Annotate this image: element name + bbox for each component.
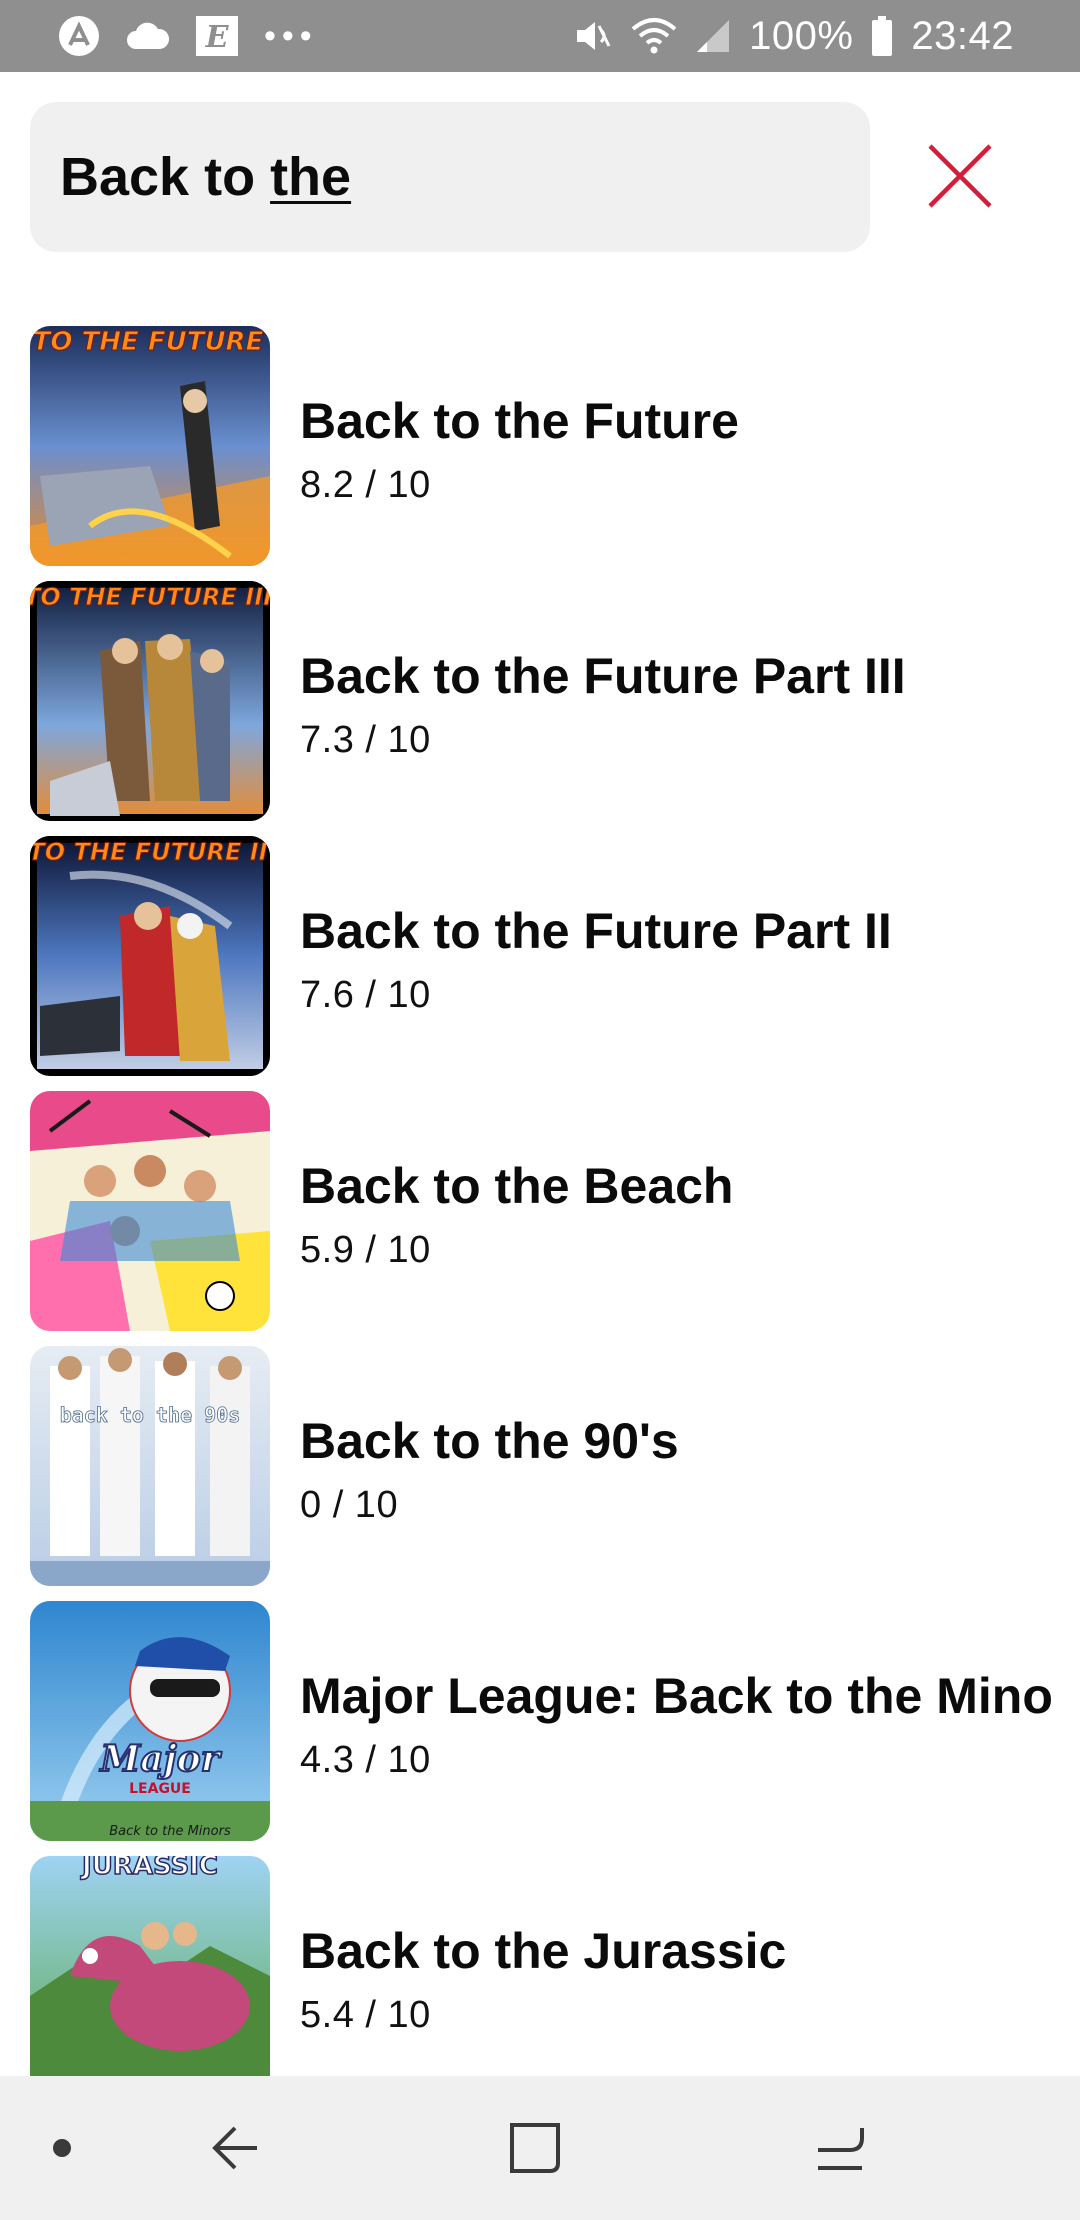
result-rating: 4.3 / 10 — [300, 1739, 431, 1781]
poster-back-to-the-future-2: TO THE FUTURE II — [30, 836, 270, 1076]
result-rating: 5.4 / 10 — [300, 1994, 431, 2036]
mute-icon — [573, 16, 613, 56]
poster-back-to-the-beach — [30, 1091, 270, 1331]
poster-tagline-text: Back to the Minors — [109, 1824, 231, 1839]
battery-percent: 100% — [749, 13, 854, 58]
home-icon — [510, 2123, 560, 2173]
result-title: Back to the Future Part II — [300, 903, 892, 959]
app-launcher-icon — [58, 15, 100, 57]
more-notifications-icon: ••• — [264, 16, 318, 55]
result-item[interactable]: TO THE FUTURE Back to the Future 8.2 / 1… — [0, 326, 1080, 566]
poster-title-text: back to the 90s — [60, 1403, 241, 1427]
svg-text:E: E — [205, 20, 230, 55]
recents-icon — [818, 2128, 864, 2170]
search-query-text: Back to the — [60, 146, 351, 208]
status-bar: E ••• 100% 23:42 — [0, 0, 1080, 72]
navigation-bar — [0, 2076, 1080, 2220]
poster-title-text: TO THE FUTURE II — [30, 838, 268, 866]
result-title: Major League: Back to the Minors — [300, 1668, 1052, 1724]
battery-icon — [871, 16, 893, 56]
poster-title-text: TO THE FUTURE — [33, 327, 264, 357]
result-item[interactable]: TO THE FUTURE III Back to the Future Par… — [0, 581, 1080, 821]
result-item[interactable]: TO THE FUTURE II Back to the Future Part… — [0, 836, 1080, 1076]
result-rating: 8.2 / 10 — [300, 464, 431, 506]
search-query-prefix: Back to — [60, 147, 271, 207]
poster-back-to-the-future-3: TO THE FUTURE III — [30, 581, 270, 821]
poster-subtitle-text: LEAGUE — [129, 1781, 191, 1797]
home-button[interactable] — [500, 2076, 570, 2220]
poster-back-to-the-jurassic: JURASSIC — [30, 1856, 270, 2076]
wifi-icon — [631, 17, 677, 55]
back-icon — [212, 2126, 257, 2170]
result-title: Back to the 90's — [300, 1413, 679, 1469]
result-rating: 5.9 / 10 — [300, 1229, 431, 1271]
e-app-icon: E — [196, 16, 238, 56]
results-list: TO THE FUTURE Back to the Future 8.2 / 1… — [0, 326, 1080, 2076]
result-rating: 7.3 / 10 — [300, 719, 431, 761]
result-rating: 7.6 / 10 — [300, 974, 431, 1016]
poster-back-to-the-90s: back to the 90s — [30, 1346, 270, 1586]
clear-search-button[interactable] — [920, 136, 1000, 216]
cloud-icon — [126, 21, 170, 51]
recents-button[interactable] — [800, 2076, 880, 2220]
signal-icon — [695, 18, 731, 54]
result-item[interactable]: back to the 90s Back to the 90's 0 / 10 — [0, 1346, 1080, 1586]
result-title: Back to the Beach — [300, 1158, 734, 1214]
status-right: 100% 23:42 — [555, 14, 1014, 59]
result-item[interactable]: JURASSIC Back to the Jurassic 5.4 / 10 — [0, 1856, 1080, 2076]
result-rating: 0 / 10 — [300, 1484, 399, 1526]
back-button[interactable] — [200, 2076, 270, 2220]
close-icon — [928, 144, 992, 208]
poster-title-text: JURASSIC — [80, 1856, 218, 1881]
search-input[interactable]: Back to the — [30, 102, 870, 252]
result-item[interactable]: Back to the Beach 5.9 / 10 — [0, 1091, 1080, 1331]
clock: 23:42 — [911, 13, 1014, 58]
poster-title-text: Major — [98, 1738, 222, 1780]
status-left: E ••• — [58, 15, 344, 57]
result-title: Back to the Future — [300, 393, 739, 449]
result-title: Back to the Future Part III — [300, 648, 906, 704]
poster-title-text: TO THE FUTURE III — [30, 583, 270, 611]
search-query-composing: the — [270, 147, 352, 207]
result-item[interactable]: Major LEAGUE Back to the Minors Major Le… — [0, 1601, 1080, 1841]
poster-major-league: Major LEAGUE Back to the Minors — [30, 1601, 270, 1841]
poster-back-to-the-future: TO THE FUTURE — [30, 326, 270, 566]
app-screen: E ••• 100% 23:42 Back to the TO THE FUTU… — [0, 0, 1080, 2220]
result-title: Back to the Jurassic — [300, 1923, 787, 1979]
nav-dot-icon[interactable] — [40, 2076, 84, 2220]
